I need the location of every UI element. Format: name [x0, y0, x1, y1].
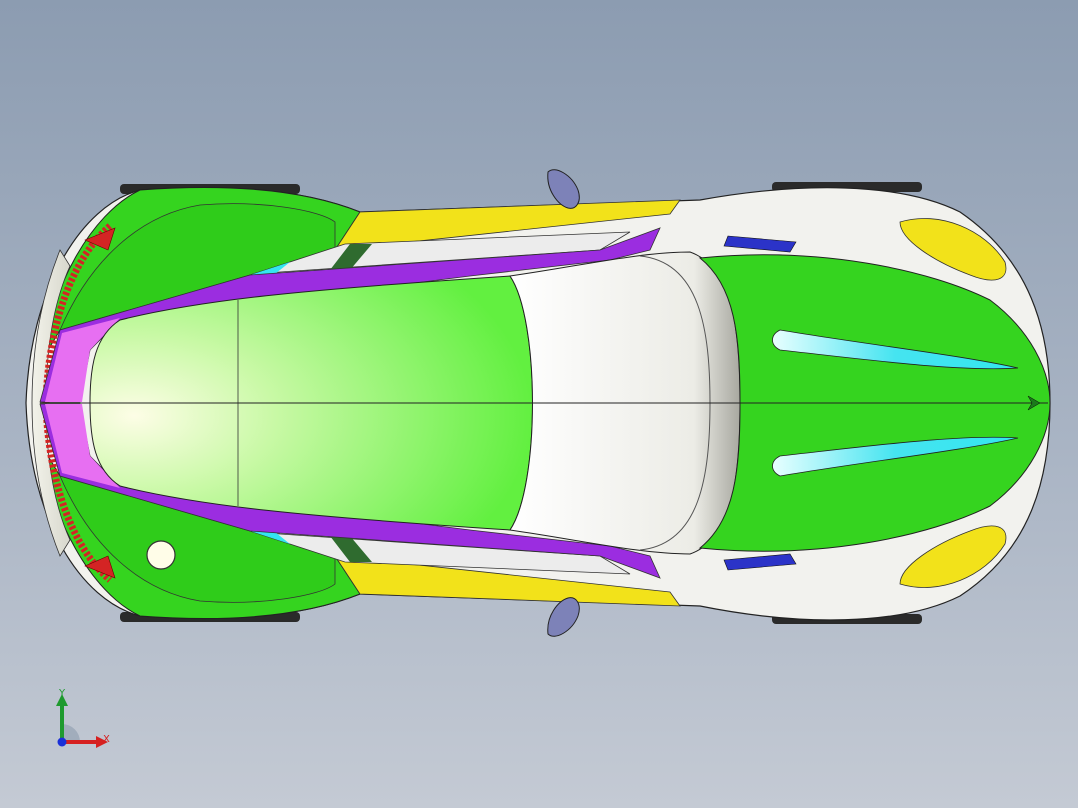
mirror-left[interactable] — [547, 169, 580, 209]
y-axis-label: Y — [59, 688, 66, 699]
x-axis-arrow-icon — [62, 740, 98, 744]
graphics-viewport[interactable]: Y X — [0, 0, 1078, 808]
mirror-right[interactable] — [547, 597, 580, 637]
y-axis-arrow-icon — [60, 704, 64, 742]
fuel-cap[interactable] — [146, 540, 176, 570]
origin-icon — [57, 737, 67, 747]
car-model[interactable] — [0, 0, 1078, 808]
coordinate-triad: Y X — [50, 684, 120, 754]
x-axis-label: X — [103, 734, 110, 745]
